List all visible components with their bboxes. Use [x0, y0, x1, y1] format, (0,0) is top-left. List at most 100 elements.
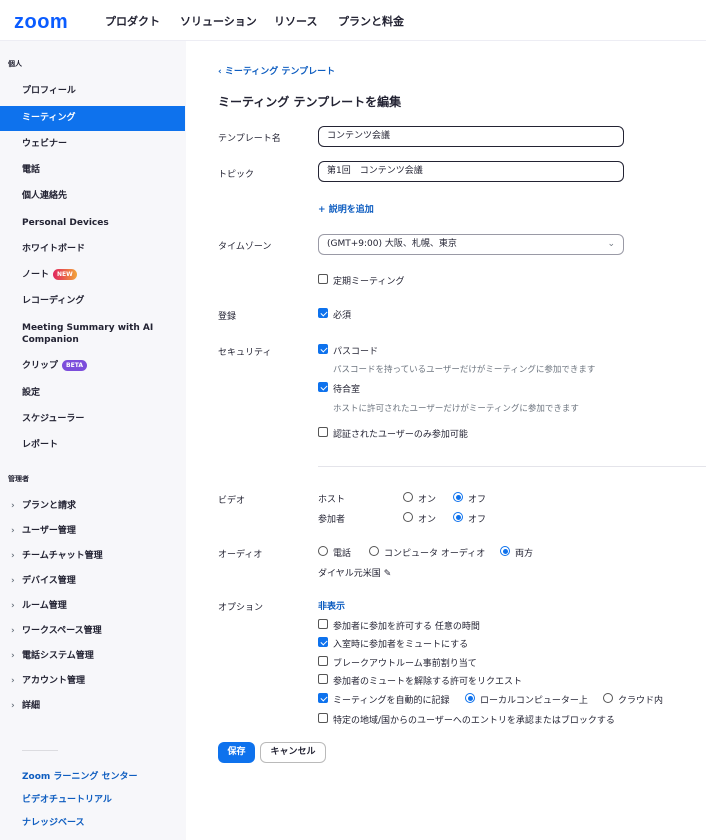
chevron-right-icon: ›: [11, 576, 15, 586]
nav-link-products[interactable]: プロダクト: [105, 13, 160, 29]
passcode-label: パスコード: [333, 347, 379, 357]
sidebar-item-reports[interactable]: レポート: [0, 433, 185, 458]
sidebar-item-phone[interactable]: 電話: [0, 158, 185, 183]
sidebar-item-scheduler[interactable]: スケジューラー: [0, 407, 185, 432]
sidebar-divider: [22, 750, 58, 751]
zoom-logo[interactable]: zoom: [14, 11, 68, 34]
back-to-templates-link[interactable]: ‹ ミーティング テンプレート: [218, 64, 335, 77]
host-video-on-radio[interactable]: [403, 492, 413, 502]
waiting-room-checkbox[interactable]: [318, 382, 328, 392]
top-navigation: zoom プロダクト ソリューション リソース プランと料金: [0, 0, 706, 41]
sidebar-item-device-management[interactable]: › デバイス管理: [0, 569, 185, 594]
participant-video-on-radio[interactable]: [403, 512, 413, 522]
add-description-link[interactable]: + 説明を追加: [318, 202, 374, 215]
unmute-request-checkbox[interactable]: [318, 674, 328, 684]
chevron-right-icon: ›: [11, 676, 15, 686]
nav-link-solutions[interactable]: ソリューション: [180, 13, 257, 29]
sidebar-item-whiteboards[interactable]: ホワイトボード: [0, 237, 185, 262]
plus-icon: +: [318, 205, 329, 215]
timezone-value: (GMT+9:00) 大阪、札幌、東京: [327, 239, 457, 249]
host-video-off-radio[interactable]: [453, 492, 463, 502]
nav-link-resources[interactable]: リソース: [274, 13, 317, 29]
chevron-right-icon: ›: [11, 626, 15, 636]
chevron-right-icon: ›: [11, 701, 15, 711]
video-tutorials-link[interactable]: ビデオチュートリアル: [22, 792, 112, 805]
participant-video-off-label: オフ: [468, 515, 487, 525]
auto-record-checkbox[interactable]: [318, 693, 328, 703]
audio-label: オーディオ: [218, 550, 263, 560]
sidebar-section-admin: 管理者: [8, 475, 29, 483]
mute-on-entry-checkbox[interactable]: [318, 637, 328, 647]
topic-label: トピック: [218, 170, 255, 180]
sidebar-item-settings[interactable]: 設定: [0, 381, 185, 406]
breakout-preassign-label: ブレークアウトルーム事前割り当て: [333, 659, 477, 669]
topic-input[interactable]: 第1回 コンテンツ会議: [318, 161, 624, 182]
passcode-checkbox[interactable]: [318, 344, 328, 354]
hide-options-link[interactable]: 非表示: [318, 599, 345, 612]
participant-video-label: 参加者: [318, 515, 346, 525]
join-anytime-checkbox[interactable]: [318, 619, 328, 629]
sidebar-item-notes[interactable]: ノート NEW: [0, 263, 185, 288]
sidebar-item-personal-devices[interactable]: Personal Devices: [0, 211, 185, 236]
sidebar-item-contacts[interactable]: 個人連絡先: [0, 184, 185, 209]
video-label: ビデオ: [218, 496, 246, 506]
sidebar-item-user-management[interactable]: › ユーザー管理: [0, 519, 185, 544]
sidebar-item-profile[interactable]: プロフィール: [0, 79, 185, 104]
sidebar-item-webinars[interactable]: ウェビナー: [0, 132, 185, 157]
breakout-preassign-checkbox[interactable]: [318, 656, 328, 666]
join-anytime-label: 参加者に参加を許可する 任意の時間: [333, 622, 480, 632]
page-title: ミーティング テンプレートを編集: [218, 95, 402, 109]
record-local-radio[interactable]: [465, 693, 475, 703]
options-label: オプション: [218, 603, 264, 613]
nav-link-pricing[interactable]: プランと料金: [338, 13, 404, 29]
dial-in-label: ダイヤル元米国: [318, 569, 381, 579]
chevron-down-icon: ⌄: [607, 239, 615, 249]
knowledge-base-link[interactable]: ナレッジベース: [22, 815, 85, 828]
sidebar-item-meetings[interactable]: ミーティング: [0, 106, 185, 131]
record-cloud-radio[interactable]: [603, 693, 613, 703]
dial-in-setting[interactable]: ダイヤル元米国 ✎: [318, 566, 391, 579]
chevron-left-icon: ‹: [218, 67, 225, 77]
participant-video-off-radio[interactable]: [453, 512, 463, 522]
sidebar-item-ai-summary[interactable]: Meeting Summary with AI Companion: [0, 322, 185, 348]
auth-users-label: 認証されたユーザーのみ参加可能: [333, 430, 468, 440]
participant-video-on-label: オン: [418, 515, 437, 525]
sidebar-item-account-management[interactable]: › アカウント管理: [0, 669, 185, 694]
template-name-input[interactable]: コンテンツ会議: [318, 126, 624, 147]
auto-record-label: ミーティングを自動的に記録: [333, 696, 450, 706]
timezone-select[interactable]: (GMT+9:00) 大阪、札幌、東京 ⌄: [318, 234, 624, 255]
sidebar-item-team-chat[interactable]: › チームチャット管理: [0, 544, 185, 569]
audio-phone-radio[interactable]: [318, 546, 328, 556]
pencil-icon[interactable]: ✎: [384, 569, 392, 579]
audio-both-radio[interactable]: [500, 546, 510, 556]
audio-computer-radio[interactable]: [369, 546, 379, 556]
sidebar-item-plans-billing[interactable]: › プランと請求: [0, 494, 185, 519]
chevron-right-icon: ›: [11, 601, 15, 611]
audio-phone-label: 電話: [333, 549, 352, 559]
chevron-right-icon: ›: [11, 551, 15, 561]
waiting-room-hint: ホストに許可されたユーザーだけがミーティングに参加できます: [333, 404, 579, 414]
sidebar-item-room-management[interactable]: › ルーム管理: [0, 594, 185, 619]
cancel-button[interactable]: キャンセル: [260, 742, 326, 763]
chevron-right-icon: ›: [11, 651, 15, 661]
auth-users-checkbox[interactable]: [318, 427, 328, 437]
recurring-checkbox[interactable]: [318, 274, 328, 284]
learning-center-link[interactable]: Zoom ラーニング センター: [22, 769, 138, 782]
region-block-checkbox[interactable]: [318, 713, 328, 723]
registration-required-checkbox[interactable]: [318, 308, 328, 318]
host-video-on-label: オン: [418, 495, 437, 505]
sidebar-item-recordings[interactable]: レコーディング: [0, 289, 185, 314]
waiting-room-label: 待合室: [333, 385, 361, 395]
save-button[interactable]: 保存: [218, 742, 255, 763]
sidebar-item-phone-system[interactable]: › 電話システム管理: [0, 644, 185, 669]
sidebar-section-personal: 個人: [8, 60, 22, 68]
audio-both-label: 両方: [515, 549, 534, 559]
unmute-request-label: 参加者のミュートを解除する許可をリクエスト: [333, 677, 523, 687]
beta-badge: BETA: [62, 360, 87, 371]
sidebar: 個人 プロフィール ミーティング ウェビナー 電話 個人連絡先 Personal…: [0, 41, 186, 840]
security-label: セキュリティ: [218, 348, 272, 358]
new-badge: NEW: [53, 269, 77, 280]
sidebar-item-clips[interactable]: クリップ BETA: [0, 354, 185, 379]
sidebar-item-advanced[interactable]: › 詳細: [0, 694, 185, 719]
sidebar-item-workspace-management[interactable]: › ワークスペース管理: [0, 619, 185, 644]
